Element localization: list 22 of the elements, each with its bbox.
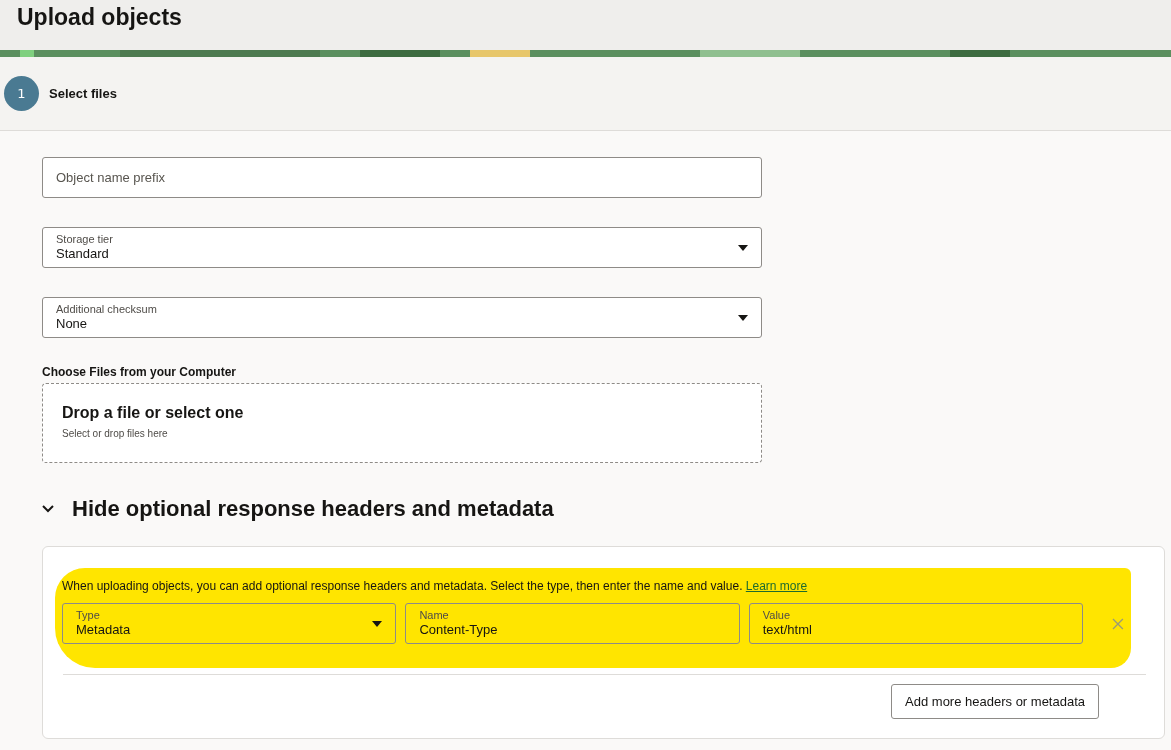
text-field[interactable]: Object name prefix bbox=[42, 157, 762, 198]
close-icon[interactable] bbox=[1112, 617, 1124, 630]
chevron-icon bbox=[42, 505, 54, 513]
caret-icon bbox=[738, 314, 748, 321]
step-number: 1 bbox=[4, 76, 39, 111]
description-text: When uploading objects, you can add optional response headers and metadata. Select the type, then enter the name and value. Learn more bbox=[62, 579, 809, 593]
dropzone-hint: Select or drop files here bbox=[62, 428, 169, 439]
dropzone-title: Drop a file or select one bbox=[62, 404, 245, 422]
page-title: Upload objects bbox=[17, 4, 183, 31]
add-headers-button[interactable]: Add more headers or metadata bbox=[891, 684, 1099, 719]
text-field[interactable]: Name Content-Type bbox=[405, 603, 740, 644]
caret-icon bbox=[738, 244, 748, 251]
select-field[interactable]: Type Metadata bbox=[62, 603, 397, 644]
upload-label: Choose Files from your Computer bbox=[42, 365, 238, 379]
select-field[interactable]: Storage tier Standard bbox=[42, 227, 762, 268]
learn-more-link[interactable]: Learn more bbox=[745, 579, 808, 593]
select-field[interactable]: Additional checksum None bbox=[42, 297, 762, 338]
step-label: Select files bbox=[49, 86, 117, 101]
text-field[interactable]: Value text/html bbox=[748, 603, 1084, 644]
caret-icon bbox=[372, 620, 383, 627]
section-toggle[interactable]: Hide optional response headers and metadata bbox=[42, 496, 1171, 522]
file-dropzone[interactable]: Drop a file or select one Select or drop files here bbox=[42, 383, 762, 463]
